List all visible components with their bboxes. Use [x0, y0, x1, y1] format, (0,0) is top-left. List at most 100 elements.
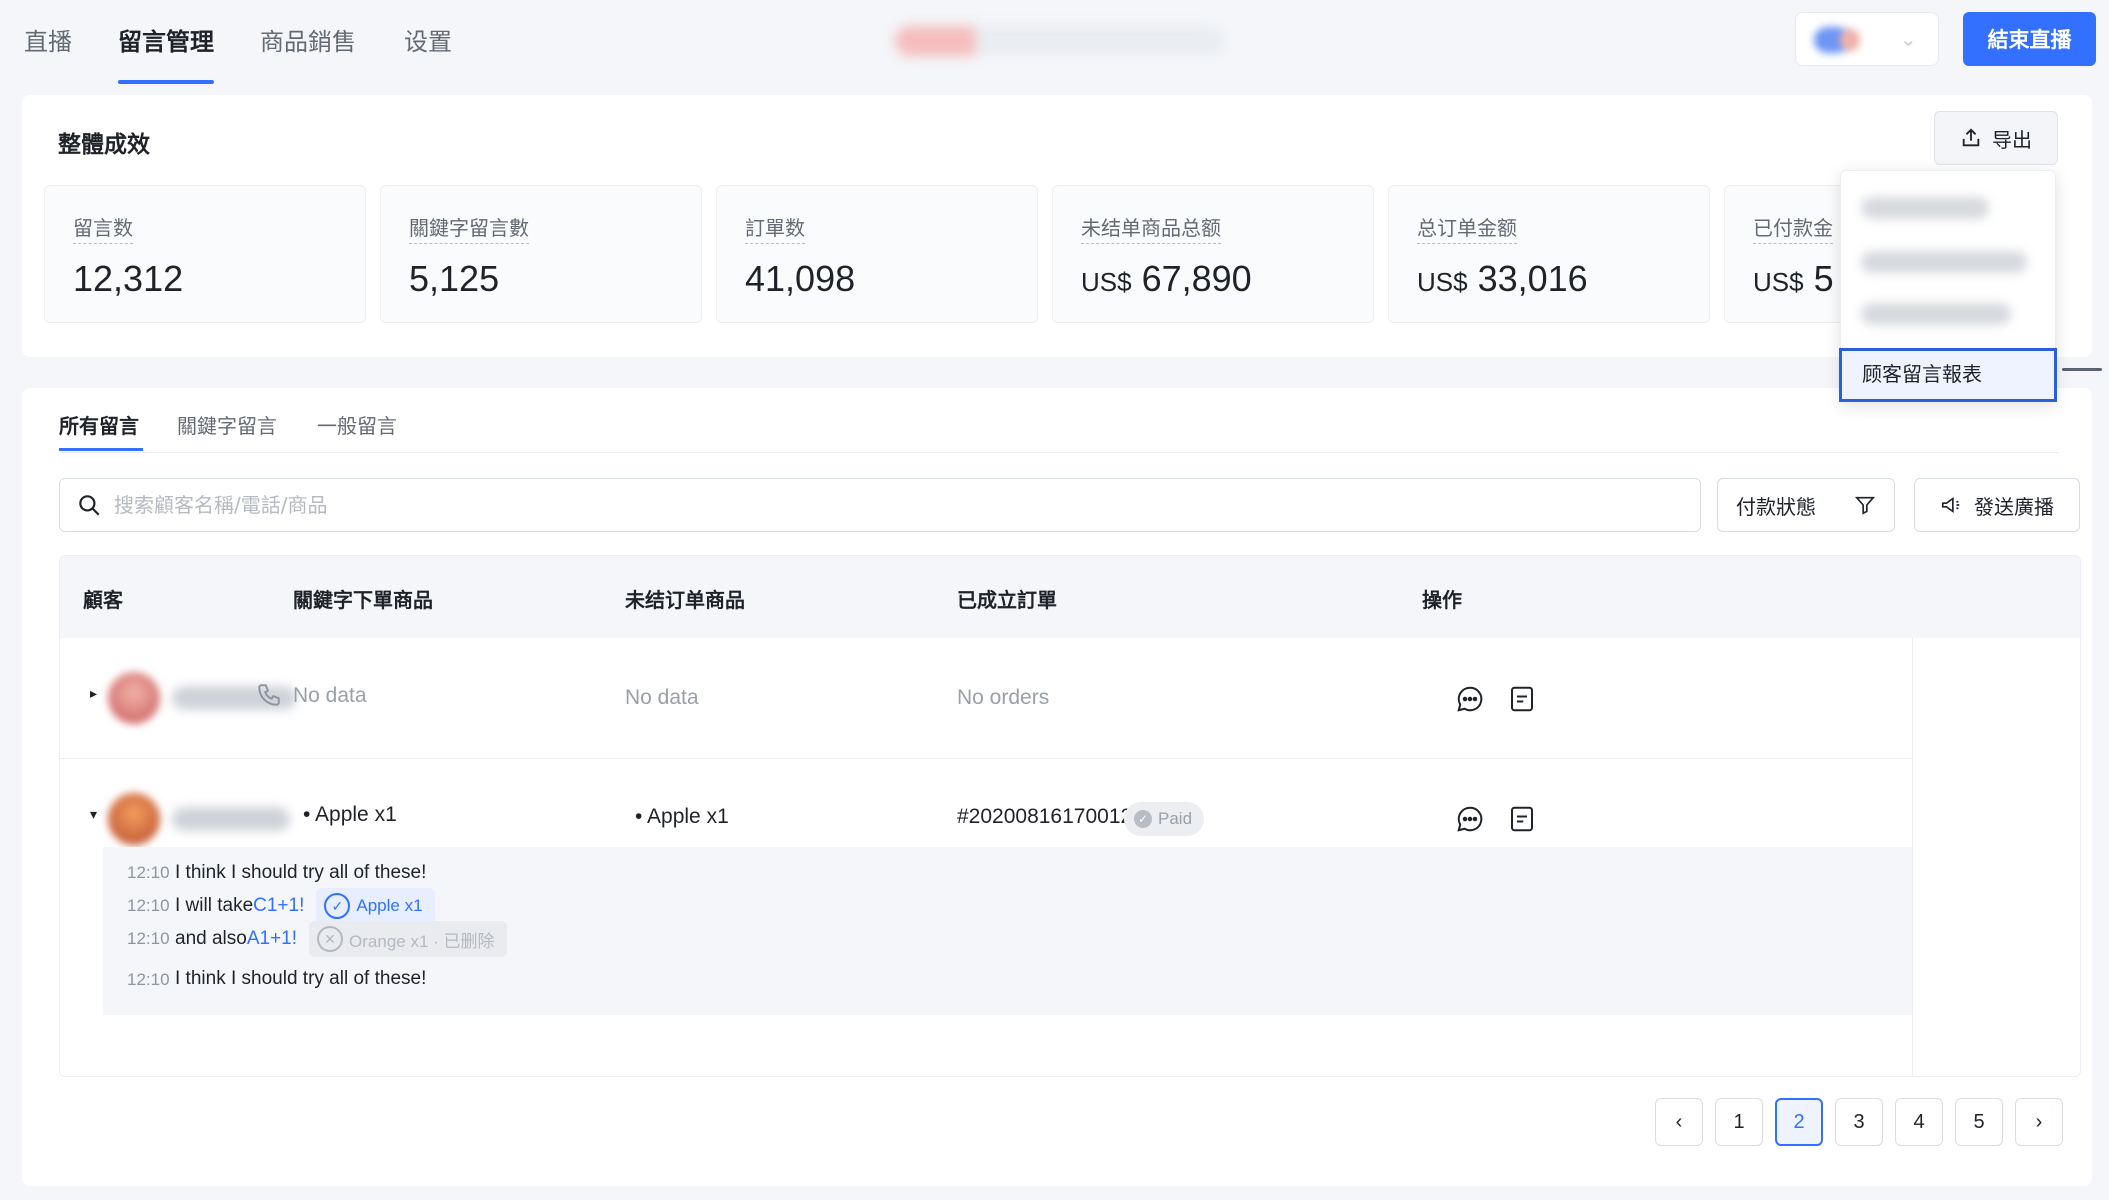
menu-item-customer-comment-report[interactable]: 顾客留言報表: [1839, 348, 2057, 402]
search-input[interactable]: [114, 493, 1614, 517]
orders-value: No orders: [957, 686, 1050, 709]
chat-icon[interactable]: [1455, 684, 1485, 714]
stat-value: US$ 33,016: [1417, 258, 1588, 299]
tabs-divider: [59, 452, 2059, 453]
stat-value: US$ 67,890: [1081, 258, 1252, 299]
comment-time: 12:10: [127, 863, 170, 882]
end-live-button[interactable]: 結束直播: [1963, 12, 2096, 66]
collapse-caret-icon[interactable]: ▾: [90, 807, 97, 823]
export-icon: [1962, 128, 1980, 147]
pagination-page-button[interactable]: 4: [1895, 1098, 1943, 1146]
column-header-orders: 已成立訂單: [957, 588, 1057, 612]
comment-text: I think I should try all of these!: [175, 968, 427, 989]
pagination-next-button[interactable]: ›: [2015, 1098, 2063, 1146]
top-navigation: 直播 留言管理 商品銷售 设置 ⌄ 結束直播: [0, 0, 2109, 86]
comment-text: and also: [175, 928, 247, 949]
keyword-items-value: • Apple x1: [303, 803, 397, 826]
stat-value: US$ 5: [1753, 258, 1834, 299]
keyword-items-value: No data: [293, 684, 367, 707]
menu-item-blurred[interactable]: [1861, 197, 1989, 219]
stat-label: 留言数: [73, 212, 133, 244]
menu-item-blurred[interactable]: [1861, 303, 2011, 325]
summary-card: 整體成效 导出 留言数 12,312 關鍵字留言數 5,125 訂單数 41,0…: [22, 95, 2092, 357]
comment-item: 12:10 I think I should try all of these!: [103, 855, 426, 891]
export-button[interactable]: 导出: [1934, 111, 2058, 165]
deleted-product-tag: ✕ Orange x1 · 已删除: [309, 921, 507, 957]
tab-settings[interactable]: 设置: [404, 22, 452, 62]
comment-item: 12:10 and also A1+1! ✕ Orange x1 · 已删除: [103, 921, 507, 957]
comment-keyword: C1+1!: [253, 895, 305, 916]
open-items-value: • Apple x1: [635, 805, 729, 828]
note-icon[interactable]: [1507, 804, 1537, 834]
comment-time: 12:10: [127, 896, 170, 915]
payment-status-filter[interactable]: 付款狀態: [1717, 478, 1895, 532]
blurred-live-title: [895, 26, 1225, 56]
table-row: ▾ • Apple x1 • Apple x1 #202008161700123…: [60, 759, 1912, 1076]
megaphone-icon: [1941, 496, 1960, 514]
comment-time: 12:10: [127, 970, 170, 989]
tab-live[interactable]: 直播: [24, 22, 72, 62]
column-header-actions: 操作: [1422, 588, 1462, 612]
comment-log: 12:10 I think I should try all of these!…: [103, 847, 1912, 1015]
open-items-value: No data: [625, 686, 699, 709]
note-icon[interactable]: [1507, 684, 1537, 714]
chat-icon[interactable]: [1455, 804, 1485, 834]
send-broadcast-button[interactable]: 發送廣播: [1914, 478, 2080, 532]
stat-label: 關鍵字留言數: [409, 212, 529, 244]
side-panel-handle[interactable]: [2062, 368, 2102, 371]
export-dropdown-menu: 顾客留言報表: [1839, 170, 2057, 402]
active-tab-indicator: [118, 80, 214, 84]
pagination-page-button[interactable]: 5: [1955, 1098, 2003, 1146]
customer-name-blurred: [172, 807, 290, 831]
comment-text: I will take: [175, 895, 254, 916]
summary-title: 整體成效: [58, 132, 150, 158]
stat-card-keyword-comments: 關鍵字留言數 5,125: [380, 185, 702, 323]
stat-value: 41,098: [745, 258, 856, 299]
comments-table: 顧客 關鍵字下單商品 未结订单商品 已成立訂單 操作 ▸ No data No …: [59, 555, 2081, 1077]
stat-card-order-total: 总订单金额 US$ 33,016: [1388, 185, 1710, 323]
messages-card: 所有留言 關鍵字留言 一般留言 付款狀態 發送廣播 顧客 關鍵字下單商品 未结订…: [22, 388, 2092, 1186]
comment-item: 12:10 I will take C1+1! ✓ Apple x1: [103, 888, 435, 924]
comment-text: I think I should try all of these!: [175, 862, 427, 883]
menu-item-blurred[interactable]: [1861, 251, 2027, 273]
search-icon: [79, 495, 100, 516]
pagination-prev-button[interactable]: ‹: [1655, 1098, 1703, 1146]
stat-label: 总订单金额: [1417, 212, 1517, 244]
tab-all-comments[interactable]: 所有留言: [59, 410, 139, 439]
broadcast-label: 發送廣播: [1974, 494, 2054, 519]
account-switcher[interactable]: ⌄: [1795, 12, 1939, 66]
pagination-page-button[interactable]: 1: [1715, 1098, 1763, 1146]
actions-column-divider: [1912, 638, 1913, 1076]
filter-label: 付款狀態: [1736, 494, 1816, 519]
check-circle-icon: ✓: [324, 893, 351, 919]
pagination-page-button-current[interactable]: 2: [1775, 1098, 1823, 1146]
tab-comment-management[interactable]: 留言管理: [118, 22, 214, 62]
matched-product-tag[interactable]: ✓ Apple x1: [316, 888, 435, 924]
comment-keyword: A1+1!: [246, 928, 298, 949]
stat-value: 5,125: [409, 258, 500, 299]
search-box[interactable]: [59, 478, 1701, 532]
tab-general-comments[interactable]: 一般留言: [317, 410, 397, 439]
stat-card-orders: 訂單数 41,098: [716, 185, 1038, 323]
stat-label: 未结单商品总额: [1081, 212, 1221, 244]
pagination-page-button[interactable]: 3: [1835, 1098, 1883, 1146]
column-header-customer: 顧客: [83, 588, 123, 612]
stat-label: 已付款金: [1753, 212, 1833, 244]
expand-caret-icon[interactable]: ▸: [90, 686, 97, 702]
table-header: 顧客 關鍵字下單商品 未结订单商品 已成立訂單 操作: [60, 556, 2080, 638]
tab-product-sales[interactable]: 商品銷售: [260, 22, 356, 62]
stat-card-open-items-total: 未结单商品总额 US$ 67,890: [1052, 185, 1374, 323]
phone-icon[interactable]: [256, 682, 282, 708]
filter-icon: [1854, 496, 1876, 515]
avatar: [108, 793, 160, 845]
export-label: 导出: [1992, 127, 2032, 152]
close-circle-icon: ✕: [317, 926, 344, 952]
comment-time: 12:10: [127, 929, 170, 948]
chevron-down-icon: ⌄: [1900, 27, 1917, 51]
check-icon: ✓: [1134, 810, 1152, 828]
table-row: ▸ No data No data No orders: [60, 638, 1912, 758]
account-avatar-secondary: [1840, 29, 1860, 51]
paid-status-badge: ✓ Paid: [1124, 802, 1205, 836]
tab-keyword-comments[interactable]: 關鍵字留言: [177, 410, 277, 439]
active-subtab-indicator: [59, 448, 143, 451]
